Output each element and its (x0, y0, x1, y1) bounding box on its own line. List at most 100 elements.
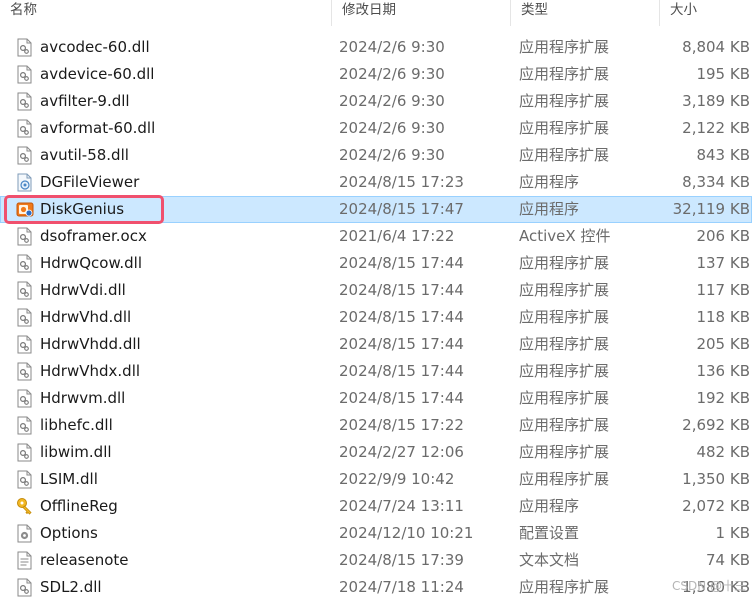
file-modified-date: 2024/12/10 10:21 (339, 524, 474, 542)
file-type: 应用程序扩展 (519, 416, 610, 434)
file-viewer-icon (16, 173, 34, 192)
file-name: avformat-60.dll (40, 119, 156, 137)
file-modified-date: 2024/8/15 17:44 (339, 389, 464, 407)
file-name: DGFileViewer (40, 173, 140, 191)
text-file-icon (16, 551, 34, 570)
file-size: 136 KB (696, 362, 750, 380)
file-type: 应用程序 (519, 173, 580, 191)
file-name: avcodec-60.dll (40, 38, 150, 56)
file-type: 应用程序扩展 (519, 470, 610, 488)
file-row[interactable]: Hdrwvm.dll 2024/8/15 17:44 应用程序扩展 192 KB (0, 385, 752, 412)
file-row[interactable]: HdrwVhdx.dll 2024/8/15 17:44 应用程序扩展 136 KB (0, 358, 752, 385)
file-row[interactable]: avutil-58.dll 2024/2/6 9:30 应用程序扩展 843 KB (0, 142, 752, 169)
file-size: 192 KB (696, 389, 750, 407)
file-size: 8,804 KB (682, 38, 750, 56)
file-modified-date: 2024/8/15 17:44 (339, 254, 464, 272)
file-modified-date: 2024/8/15 17:44 (339, 362, 464, 380)
file-row[interactable]: Options 2024/12/10 10:21 配置设置 1 KB (0, 520, 752, 547)
file-row[interactable]: LSIM.dll 2022/9/9 10:42 应用程序扩展 1,350 KB (0, 466, 752, 493)
file-modified-date: 2024/8/15 17:23 (339, 173, 464, 191)
file-modified-date: 2024/8/15 17:47 (339, 200, 464, 218)
file-name: Hdrwvm.dll (40, 389, 126, 407)
file-row[interactable]: dsoframer.ocx 2021/6/4 17:22 ActiveX 控件 206… (0, 223, 752, 250)
file-type: 应用程序扩展 (519, 92, 610, 110)
file-modified-date: 2024/2/27 12:06 (339, 443, 464, 461)
column-size-header[interactable]: 大小 (660, 0, 752, 24)
file-modified-date: 2024/2/6 9:30 (339, 65, 445, 83)
file-name: SDL2.dll (40, 578, 102, 596)
file-size: 118 KB (696, 308, 750, 326)
file-name: avdevice-60.dll (40, 65, 155, 83)
file-size: 32,119 KB (672, 200, 750, 218)
file-size: 1 KB (715, 524, 750, 542)
file-row[interactable]: HdrwQcow.dll 2024/8/15 17:44 应用程序扩展 137 KB (0, 250, 752, 277)
dll-file-icon (16, 119, 34, 138)
file-row[interactable]: OfflineReg 2024/7/24 13:11 应用程序 2,072 KB (0, 493, 752, 520)
file-type: 应用程序扩展 (519, 281, 610, 299)
ocx-file-icon (16, 227, 34, 246)
file-modified-date: 2024/7/24 13:11 (339, 497, 464, 515)
file-row[interactable]: HdrwVhd.dll 2024/8/15 17:44 应用程序扩展 118 KB (0, 304, 752, 331)
column-type-header[interactable]: 类型 (511, 0, 659, 24)
file-modified-date: 2021/6/4 17:22 (339, 227, 455, 245)
file-type: 应用程序扩展 (519, 443, 610, 461)
file-row[interactable]: SDL2.dll 2024/7/18 11:24 应用程序扩展 1,580 KB (0, 574, 752, 601)
file-modified-date: 2024/2/6 9:30 (339, 119, 445, 137)
dll-file-icon (16, 65, 34, 84)
file-name: HdrwVdi.dll (40, 281, 126, 299)
column-header: 名称 修改日期 类型 大小 (0, 0, 752, 26)
config-file-icon (16, 524, 34, 543)
file-size: 3,189 KB (682, 92, 750, 110)
file-row[interactable]: DiskGenius 2024/8/15 17:47 应用程序 32,119 KB (0, 196, 752, 223)
file-list: avcodec-60.dll 2024/2/6 9:30 应用程序扩展 8,804 K… (0, 34, 752, 601)
file-row[interactable]: HdrwVdi.dll 2024/8/15 17:44 应用程序扩展 117 KB (0, 277, 752, 304)
file-name: LSIM.dll (40, 470, 98, 488)
dll-file-icon (16, 470, 34, 489)
file-row[interactable]: avformat-60.dll 2024/2/6 9:30 应用程序扩展 2,122 … (0, 115, 752, 142)
file-type: 应用程序 (519, 200, 580, 218)
dll-file-icon (16, 281, 34, 300)
file-modified-date: 2024/8/15 17:44 (339, 281, 464, 299)
dll-file-icon (16, 443, 34, 462)
file-type: 配置设置 (519, 524, 580, 542)
dll-file-icon (16, 416, 34, 435)
file-row[interactable]: libwim.dll 2024/2/27 12:06 应用程序扩展 482 KB (0, 439, 752, 466)
file-type: 应用程序扩展 (519, 119, 610, 137)
file-modified-date: 2024/2/6 9:30 (339, 92, 445, 110)
file-type: 文本文档 (519, 551, 580, 569)
file-size: 2,122 KB (682, 119, 750, 137)
dll-file-icon (16, 308, 34, 327)
dll-file-icon (16, 146, 34, 165)
file-size: 843 KB (696, 146, 750, 164)
column-name-header[interactable]: 名称 (0, 0, 330, 24)
column-date-header[interactable]: 修改日期 (332, 0, 510, 24)
file-row[interactable]: avcodec-60.dll 2024/2/6 9:30 应用程序扩展 8,804 K… (0, 34, 752, 61)
file-name: avfilter-9.dll (40, 92, 130, 110)
file-row[interactable]: libhefc.dll 2024/8/15 17:22 应用程序扩展 2,692 KB (0, 412, 752, 439)
file-modified-date: 2024/8/15 17:39 (339, 551, 464, 569)
file-type: 应用程序扩展 (519, 362, 610, 380)
file-type: 应用程序扩展 (519, 389, 610, 407)
file-type: 应用程序扩展 (519, 578, 610, 596)
file-row[interactable]: avfilter-9.dll 2024/2/6 9:30 应用程序扩展 3,189 K… (0, 88, 752, 115)
file-size: 205 KB (696, 335, 750, 353)
file-name: HdrwVhd.dll (40, 308, 132, 326)
diskgenius-app-icon (16, 200, 34, 219)
file-type: 应用程序扩展 (519, 335, 610, 353)
file-size: 482 KB (696, 443, 750, 461)
file-row[interactable]: HdrwVhdd.dll 2024/8/15 17:44 应用程序扩展 205 KB (0, 331, 752, 358)
file-modified-date: 2024/2/6 9:30 (339, 38, 445, 56)
file-type: 应用程序扩展 (519, 65, 610, 83)
file-size: 1,350 KB (682, 470, 750, 488)
watermark: CSDN @十三 (671, 579, 746, 593)
file-name: HdrwVhdx.dll (40, 362, 141, 380)
file-size: 2,692 KB (682, 416, 750, 434)
file-row[interactable]: avdevice-60.dll 2024/2/6 9:30 应用程序扩展 195 KB (0, 61, 752, 88)
file-row[interactable]: releasenote 2024/8/15 17:39 文本文档 74 KB (0, 547, 752, 574)
file-type: ActiveX 控件 (519, 227, 611, 245)
dll-file-icon (16, 92, 34, 111)
file-name: releasenote (40, 551, 129, 569)
file-row[interactable]: DGFileViewer 2024/8/15 17:23 应用程序 8,334 KB (0, 169, 752, 196)
dll-file-icon (16, 254, 34, 273)
dll-file-icon (16, 389, 34, 408)
